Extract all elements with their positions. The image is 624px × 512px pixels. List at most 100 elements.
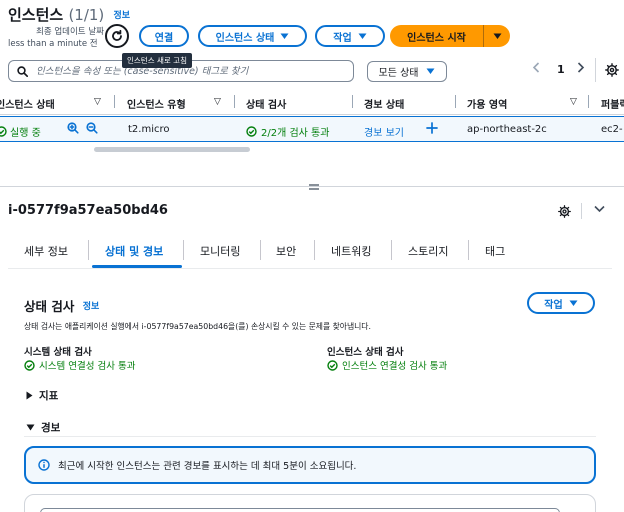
metrics-label: 지표 (39, 390, 59, 402)
alarm-info-text: 최근에 시작한 인스턴스는 관련 경보를 표시하는 데 최대 5분이 소요됩니다… (58, 461, 357, 472)
system-status-text: 시스템 연결성 검사 통과 (39, 361, 136, 372)
check-circle-icon (246, 126, 257, 137)
public-dns-value: ec2- (601, 124, 623, 135)
actions-button-label: 작업 (333, 32, 352, 44)
tab-details[interactable]: 세부 정보 (24, 243, 68, 259)
instance-status-text: 인스턴스 연결성 검사 통과 (342, 361, 448, 372)
last-updated-label: 최종 업데이트 날짜 (36, 27, 104, 37)
alarms-search-input[interactable] (40, 508, 560, 512)
tab-divider (183, 240, 184, 260)
launch-instance-split-button: 인스턴스 시작 (390, 25, 510, 47)
view-alarms-link[interactable]: 경보 보기 (364, 124, 404, 139)
connect-button-label: 연결 (154, 32, 174, 44)
status-checks-title: 상태 검사 (24, 299, 75, 314)
page-title-text: 인스턴스 (8, 6, 64, 24)
zoom-in-button[interactable] (67, 122, 79, 134)
tab-monitoring[interactable]: 모니터링 (200, 243, 240, 259)
alarms-divider (24, 436, 596, 437)
last-updated-value: less than a minute 전 (8, 39, 98, 49)
pager-divider (595, 58, 596, 82)
tab-divider (314, 240, 315, 260)
instance-state-cell: 실행 중 (0, 124, 41, 139)
status-actions-button[interactable]: 작업 (527, 292, 595, 314)
table-preferences-button[interactable] (605, 63, 619, 77)
tab-storage[interactable]: 스토리지 (408, 243, 448, 259)
instance-count: (1/1) (68, 6, 105, 24)
alarms-label: 경보 (41, 422, 61, 434)
column-divider (114, 95, 115, 108)
caret-down-icon (569, 300, 578, 307)
tab-security[interactable]: 보안 (276, 243, 296, 259)
connect-button[interactable]: 연결 (139, 25, 189, 47)
add-alarm-button[interactable] (426, 122, 438, 134)
instance-state-value: 실행 중 (10, 128, 41, 139)
plus-icon (426, 122, 438, 134)
status-check-cell: 2/2개 검사 통과 (246, 124, 329, 139)
check-circle-icon (327, 359, 338, 371)
info-circle-icon (38, 459, 50, 471)
launch-options-dropdown[interactable] (484, 33, 510, 40)
refresh-button[interactable] (105, 24, 129, 48)
tab-divider (391, 240, 392, 260)
tab-tags[interactable]: 태그 (485, 243, 505, 259)
page-title: 인스턴스 (1/1) 정보 (8, 4, 130, 25)
resize-handle-icon[interactable] (309, 184, 319, 190)
tab-networking[interactable]: 네트워킹 (331, 243, 371, 259)
state-filter-value: 모든 상태 (378, 68, 419, 79)
instance-type-value: t2.micro (128, 124, 170, 135)
column-header-type[interactable]: 인스턴스 유형 (127, 96, 186, 111)
instance-state-label: 인스턴스 상태 (215, 32, 275, 44)
instance-status-check-label: 인스턴스 상태 검사 (327, 347, 404, 358)
check-circle-icon (24, 359, 35, 371)
system-status-check-label: 시스템 상태 검사 (24, 347, 92, 358)
availability-zone-value: ap-northeast-2c (467, 124, 547, 135)
status-checks-description: 상태 검사는 애플리케이션 실행에서 i-0577f9a57ea50bd46을(… (24, 322, 371, 331)
panel-settings-button[interactable] (558, 205, 571, 218)
caret-down-icon (493, 33, 502, 40)
filter-arrow-icon[interactable]: ▽ (214, 97, 221, 107)
tab-divider (468, 240, 469, 260)
info-link[interactable]: 정보 (83, 302, 100, 312)
tab-divider (260, 240, 261, 260)
column-header-public-dns[interactable]: 퍼블릭 (601, 96, 624, 111)
status-check-value: 2/2개 검사 통과 (261, 128, 330, 139)
refresh-tooltip: 인스턴스 새로 고침 (122, 53, 192, 68)
instance-status-check-value: 인스턴스 연결성 검사 통과 (327, 358, 447, 372)
horizontal-scrollbar[interactable] (94, 147, 250, 152)
current-page-number[interactable]: 1 (557, 63, 565, 76)
column-header-status-check[interactable]: 상태 검사 (246, 96, 286, 111)
chevron-down-icon (594, 205, 605, 213)
instance-state-button[interactable]: 인스턴스 상태 (198, 25, 307, 47)
next-page-button[interactable] (577, 62, 585, 73)
launch-instance-button[interactable]: 인스턴스 시작 (390, 29, 483, 44)
system-status-check-value: 시스템 연결성 검사 통과 (24, 358, 135, 372)
column-header-az[interactable]: 가용 영역 (467, 96, 507, 111)
column-header-alarm-status[interactable]: 경보 상태 (364, 96, 404, 111)
search-icon (17, 65, 28, 77)
alarm-info-alert: 최근에 시작한 인스턴스는 관련 경보를 표시하는 데 최대 5분이 소요됩니다… (24, 446, 596, 484)
caret-down-icon (358, 33, 367, 40)
zoom-out-button[interactable] (86, 122, 98, 134)
zoom-out-icon (86, 122, 98, 134)
tab-status-alarms[interactable]: 상태 및 경보 (105, 243, 163, 259)
column-divider (455, 95, 456, 108)
actions-button[interactable]: 작업 (315, 25, 385, 47)
column-header-state[interactable]: 인스턴스 상태 (0, 96, 55, 111)
caret-right-icon (26, 391, 33, 400)
column-divider (352, 95, 353, 108)
column-divider (234, 95, 235, 108)
filter-arrow-icon[interactable]: ▽ (94, 97, 101, 107)
metrics-expander[interactable]: 지표 (26, 388, 58, 403)
state-filter-select[interactable]: 모든 상태 (367, 61, 447, 82)
tab-divider (88, 240, 89, 260)
alarms-expander[interactable]: 경보 (26, 420, 60, 435)
status-actions-label: 작업 (544, 299, 563, 311)
info-link[interactable]: 정보 (114, 11, 131, 21)
zoom-in-icon (67, 122, 79, 134)
collapse-panel-button[interactable] (594, 205, 605, 213)
refresh-icon (110, 29, 124, 43)
caret-down-icon (26, 424, 35, 431)
settings-gear-icon (558, 205, 571, 218)
previous-page-button[interactable] (532, 62, 540, 73)
filter-arrow-icon[interactable]: ▽ (570, 97, 577, 107)
